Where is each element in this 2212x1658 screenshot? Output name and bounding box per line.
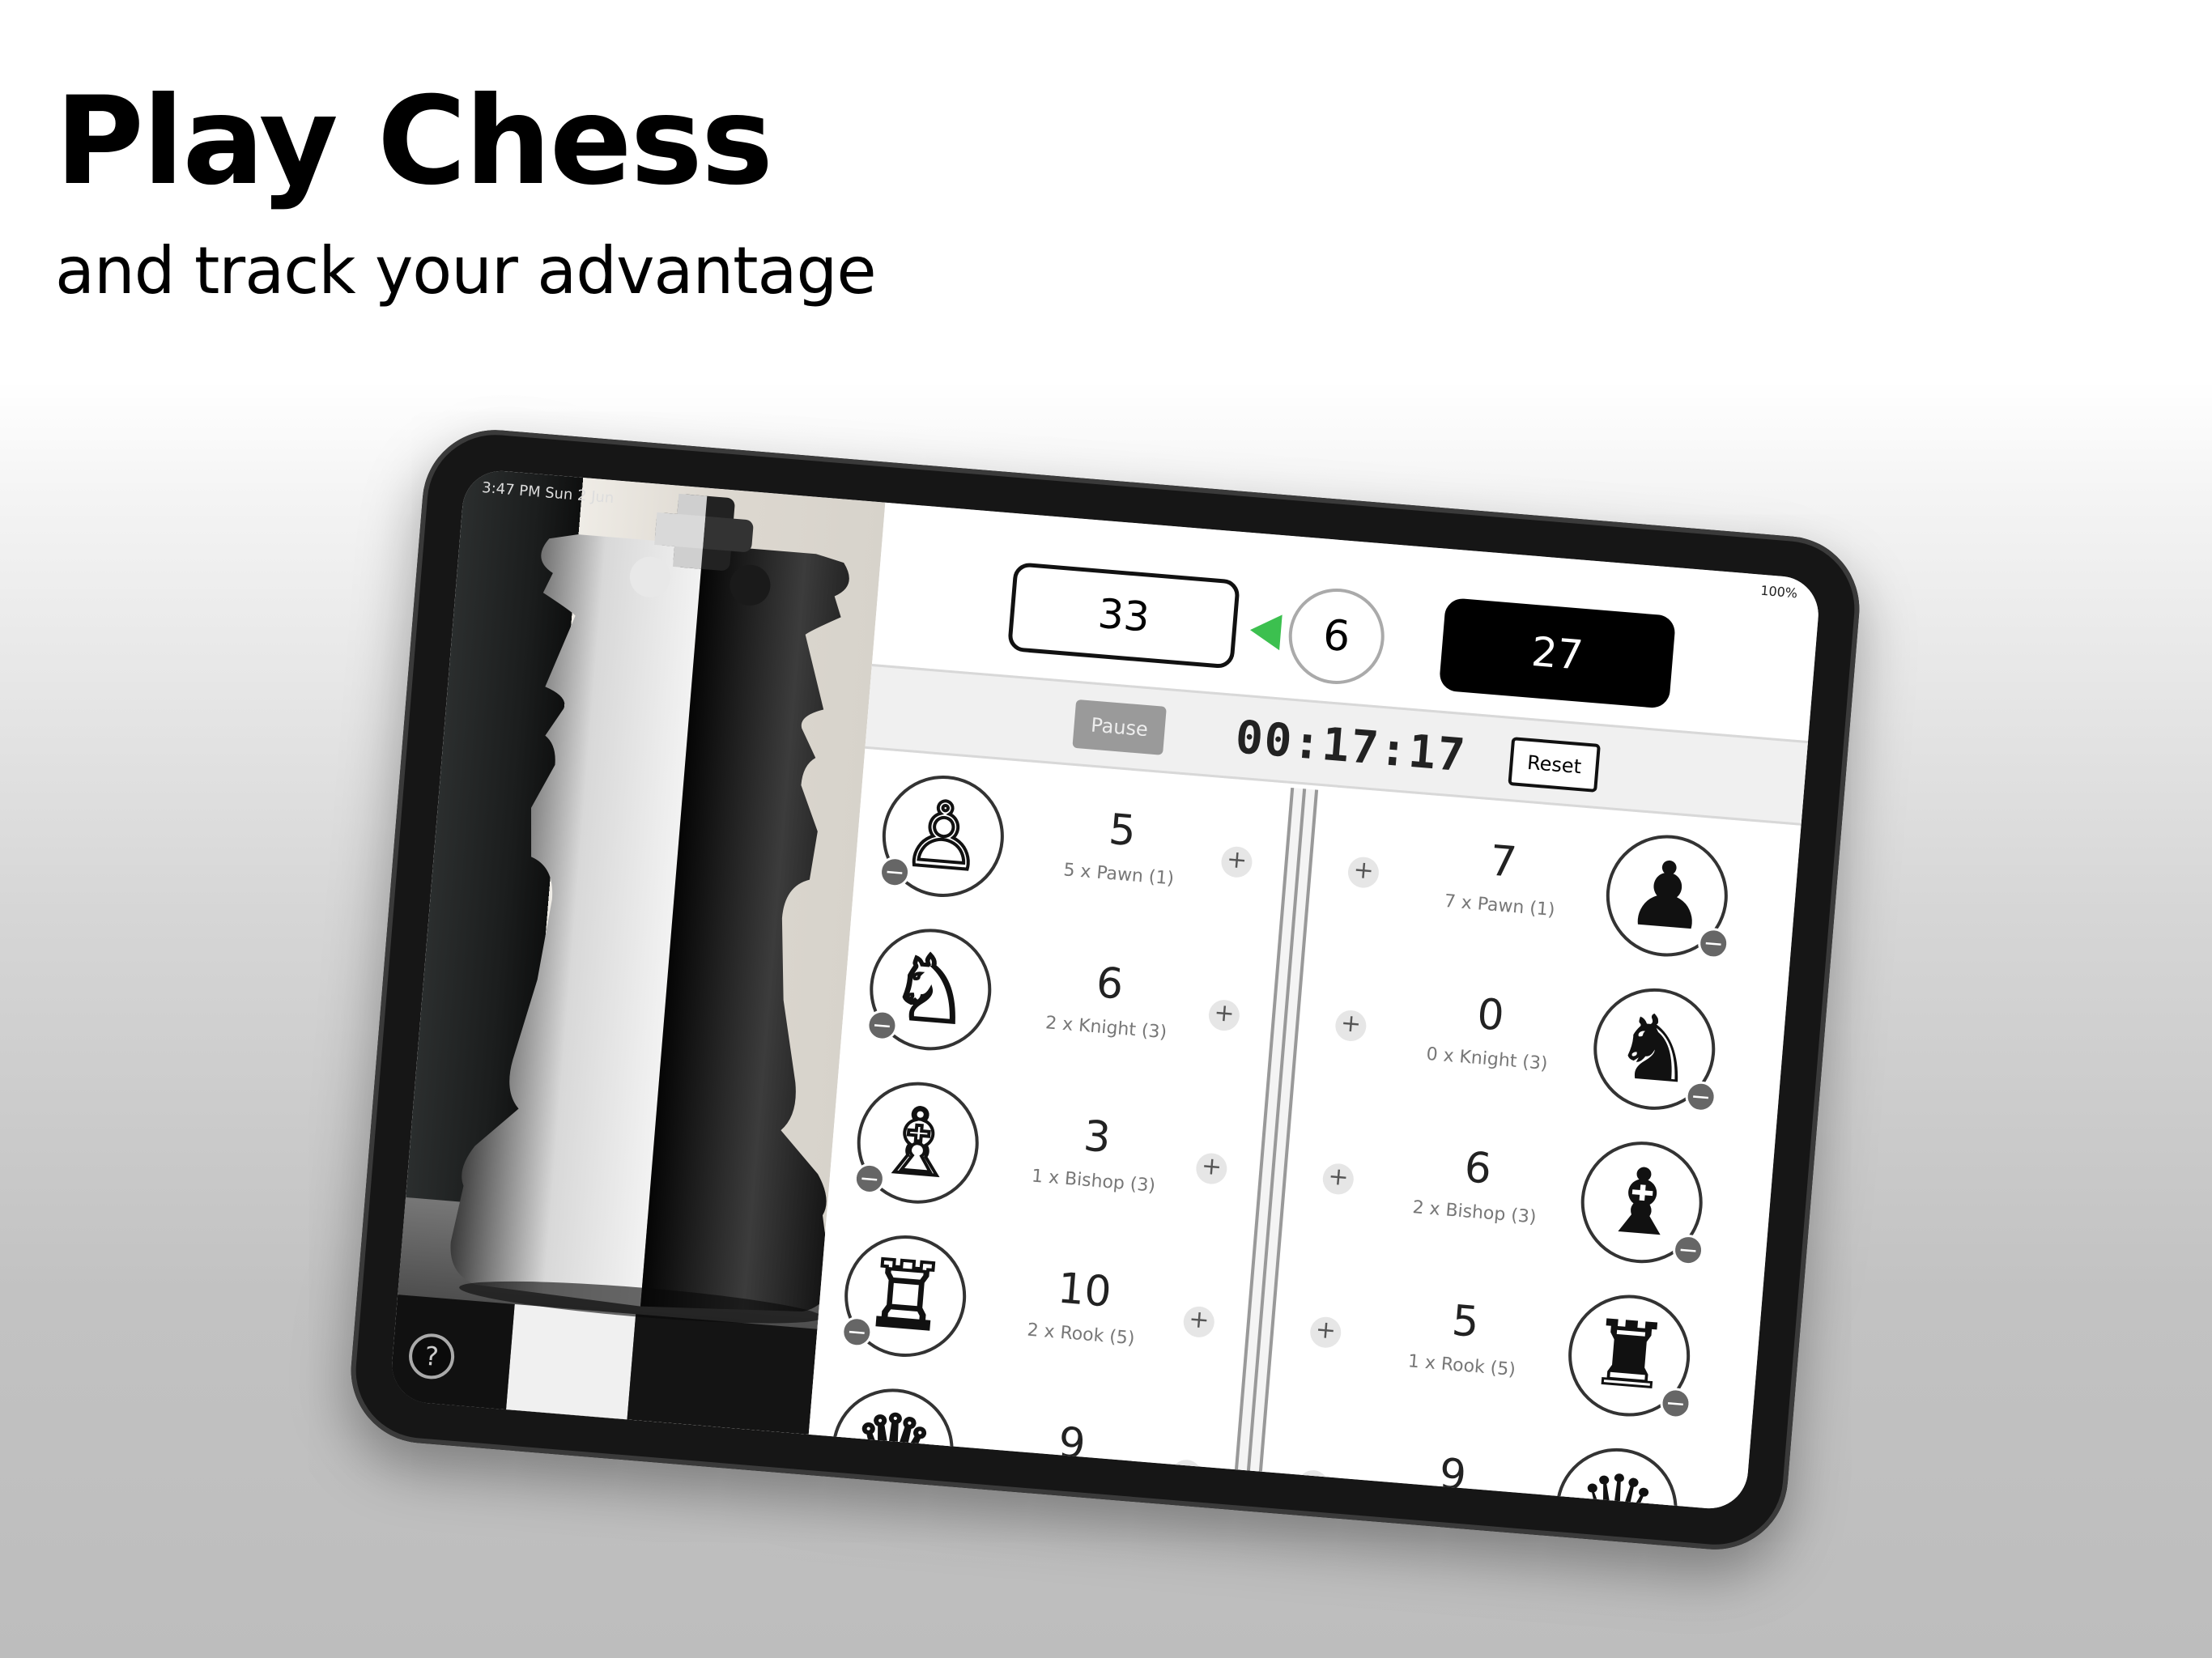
white-rook-points: 10 [1056, 1264, 1113, 1317]
black-bishop-detail: 2 x Bishop (3) [1411, 1197, 1538, 1228]
black-knight-points: 0 [1475, 989, 1506, 1041]
black-queen-points: 9 [1437, 1449, 1469, 1501]
remove-black-rook-button[interactable]: − [1659, 1386, 1692, 1420]
game-timer: 00:17:17 [1233, 711, 1469, 783]
white-knight-detail: 2 x Knight (3) [1044, 1013, 1168, 1044]
white-pawn-points: 5 [1107, 805, 1138, 857]
add-black-knight-button[interactable]: + [1334, 1009, 1368, 1043]
reset-button[interactable]: Reset [1508, 737, 1601, 793]
white-rook-detail: 2 x Rook (5) [1026, 1320, 1136, 1350]
score-tracker-panel: 100% 33 6 27 Pause 00:17:17 Reset ♙ − 5 [808, 502, 1822, 1511]
add-white-rook-button[interactable]: + [1182, 1305, 1216, 1339]
add-white-bishop-button[interactable]: + [1194, 1152, 1228, 1185]
remove-black-pawn-button[interactable]: − [1696, 926, 1730, 960]
white-bishop-detail: 1 x Bishop (3) [1031, 1166, 1156, 1197]
white-knight-points: 6 [1094, 959, 1125, 1010]
black-pawn-points: 7 [1487, 836, 1519, 888]
white-queen-points: 9 [1056, 1418, 1087, 1469]
pause-button[interactable]: Pause [1072, 699, 1167, 755]
black-pawn-detail: 7 x Pawn (1) [1443, 891, 1556, 921]
white-pawn-detail: 5 x Pawn (1) [1062, 860, 1175, 890]
king-artwork: 3:47 PM Sun 2 Jun ? [389, 468, 886, 1435]
white-queen-detail: 1 x Queen (9) [1006, 1473, 1130, 1503]
add-black-pawn-button[interactable]: + [1346, 856, 1380, 890]
black-bishop-points: 6 [1462, 1143, 1494, 1194]
add-black-bishop-button[interactable]: + [1321, 1162, 1355, 1196]
black-rook-points: 5 [1449, 1296, 1481, 1348]
black-pieces-column: + 7 7 x Pawn (1) ♟ − + 0 0 x Knight (3) … [1255, 790, 1758, 1511]
add-white-queen-button[interactable]: + [1169, 1458, 1203, 1492]
add-black-queen-button[interactable]: + [1296, 1469, 1330, 1503]
black-queen-detail: 1 x Queen (9) [1359, 1502, 1538, 1511]
advantage-value: 6 [1285, 585, 1389, 688]
black-knight-detail: 0 x Knight (3) [1425, 1044, 1549, 1075]
black-score: 27 [1438, 597, 1677, 709]
piece-columns: ♙ − 5 5 x Pawn (1) + ♘ − 6 2 x Knight (3… [809, 753, 1801, 1511]
tablet-device: 3:47 PM Sun 2 Jun ? 100% 33 6 27 Pause 0… [345, 424, 1865, 1555]
remove-white-queen-button[interactable]: − [827, 1469, 861, 1503]
white-bishop-points: 3 [1082, 1112, 1112, 1163]
tablet-screen: 3:47 PM Sun 2 Jun ? 100% 33 6 27 Pause 0… [389, 468, 1822, 1511]
subheadline: and track your advantage [55, 233, 877, 308]
remove-black-bishop-button[interactable]: − [1671, 1233, 1705, 1267]
white-queen-icon: ♕ [827, 1384, 959, 1511]
chess-king-illustration [389, 493, 849, 1435]
add-white-knight-button[interactable]: + [1207, 998, 1241, 1032]
black-queen-icon: ♛ [1551, 1443, 1682, 1511]
black-rook-detail: 1 x Rook (5) [1407, 1351, 1516, 1381]
white-score: 33 [1006, 562, 1240, 670]
advantage-arrow-icon [1249, 612, 1283, 651]
white-pieces-column: ♙ − 5 5 x Pawn (1) + ♘ − 6 2 x Knight (3… [802, 753, 1291, 1511]
battery-status: 100% [1759, 582, 1798, 602]
add-white-pawn-button[interactable]: + [1219, 845, 1253, 879]
remove-black-knight-button[interactable]: − [1684, 1080, 1718, 1114]
add-black-rook-button[interactable]: + [1308, 1316, 1342, 1350]
headline: Play Chess [55, 71, 773, 212]
